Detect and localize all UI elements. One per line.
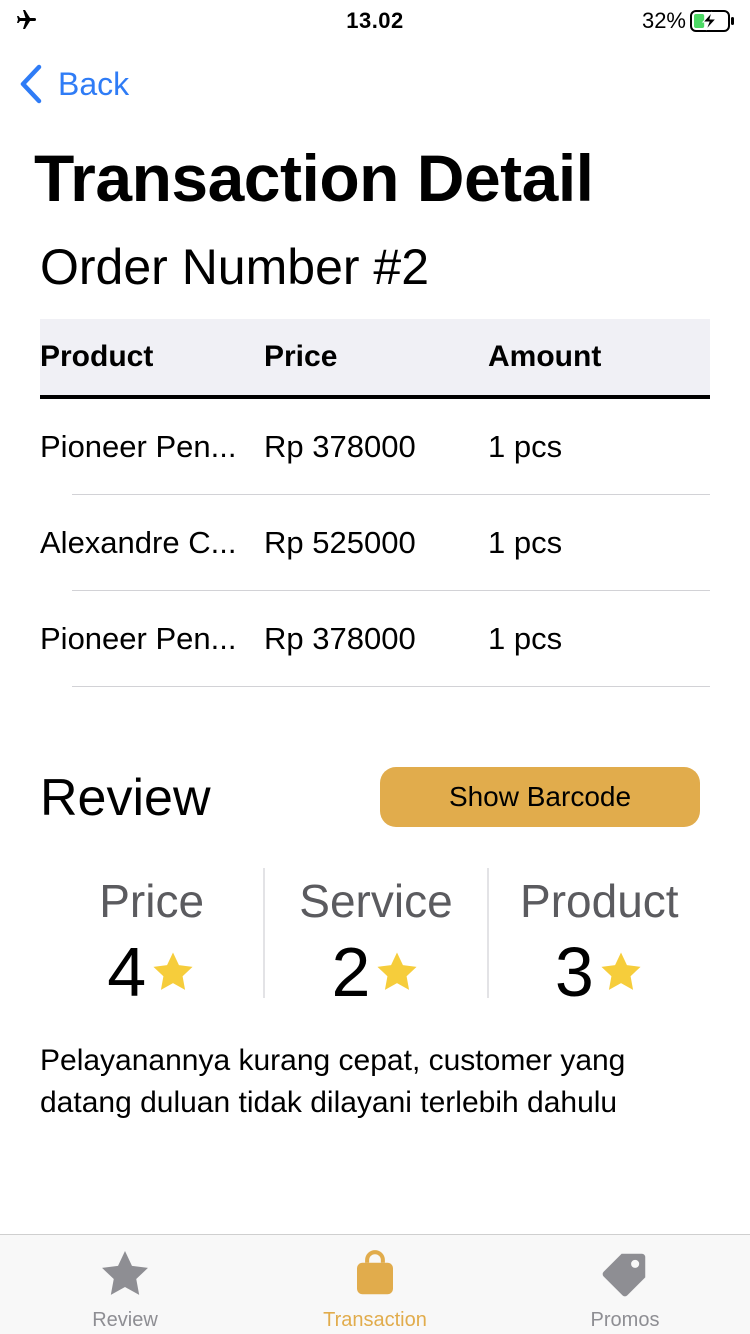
table-row[interactable]: Pioneer Pen... Rp 378000 1 pcs	[40, 591, 710, 687]
tab-promos[interactable]: Promos	[500, 1235, 750, 1334]
page-title: Transaction Detail	[34, 141, 594, 215]
header-price: Price	[264, 340, 338, 373]
rating-number: 3	[554, 933, 594, 1011]
star-icon	[102, 1251, 148, 1295]
rating-number: 2	[331, 933, 371, 1011]
cell-price: Rp 378000	[264, 621, 416, 656]
rating-value: 2	[265, 932, 486, 1012]
tab-label: Transaction	[323, 1309, 427, 1331]
rating-product: Product 3	[486, 868, 710, 1011]
star-icon	[377, 952, 418, 990]
tab-transaction[interactable]: Transaction	[250, 1235, 500, 1334]
rating-price: Price 4	[40, 868, 263, 1011]
table-header: Product Price Amount	[40, 319, 710, 399]
status-bar: 13.02 32%	[0, 0, 750, 42]
cell-product: Pioneer Pen...	[40, 429, 237, 464]
cell-price: Rp 378000	[264, 429, 416, 464]
back-label: Back	[58, 65, 130, 102]
bag-icon	[357, 1250, 393, 1295]
battery-percent: 32%	[641, 8, 686, 33]
cell-amount: 1 pcs	[488, 429, 563, 464]
back-button[interactable]: Back	[18, 62, 129, 106]
table-row[interactable]: Pioneer Pen... Rp 378000 1 pcs	[40, 399, 710, 495]
tab-label: Promos	[590, 1309, 660, 1331]
header-amount: Amount	[488, 340, 602, 373]
rating-label: Service	[299, 875, 453, 927]
tag-icon	[602, 1253, 646, 1297]
battery-charging-icon	[690, 10, 734, 32]
order-table: Product Price Amount Pioneer Pen... Rp 3…	[40, 319, 710, 687]
review-comment: Pelayanannya kurang cepat, customer yang…	[40, 1044, 626, 1119]
order-number: Order Number #2	[40, 239, 430, 295]
tab-review[interactable]: Review	[0, 1235, 250, 1334]
star-icon	[601, 952, 641, 990]
cell-product: Alexandre C...	[40, 525, 237, 560]
show-barcode-button[interactable]: Show Barcode	[380, 767, 700, 827]
header-product: Product	[40, 340, 154, 373]
tab-bar: Review Transaction Promos	[0, 1234, 750, 1334]
chevron-left-icon	[20, 64, 42, 104]
cell-product: Pioneer Pen...	[40, 621, 237, 656]
cell-amount: 1 pcs	[488, 621, 563, 656]
tab-label: Review	[92, 1309, 158, 1331]
rating-service: Service 2	[263, 868, 486, 1011]
rating-value: 4	[40, 932, 263, 1012]
ratings-row: Price 4 Service 2 Product 3	[40, 868, 710, 1011]
review-title: Review	[40, 769, 211, 827]
rating-label: Product	[520, 875, 679, 927]
rating-value: 3	[489, 932, 710, 1012]
rating-number: 4	[107, 933, 147, 1011]
table-row[interactable]: Alexandre C... Rp 525000 1 pcs	[40, 495, 710, 591]
rating-label: Price	[99, 875, 205, 927]
cell-amount: 1 pcs	[488, 525, 563, 560]
status-time: 13.02	[346, 8, 404, 33]
star-icon	[153, 952, 193, 990]
cell-price: Rp 525000	[264, 525, 416, 560]
